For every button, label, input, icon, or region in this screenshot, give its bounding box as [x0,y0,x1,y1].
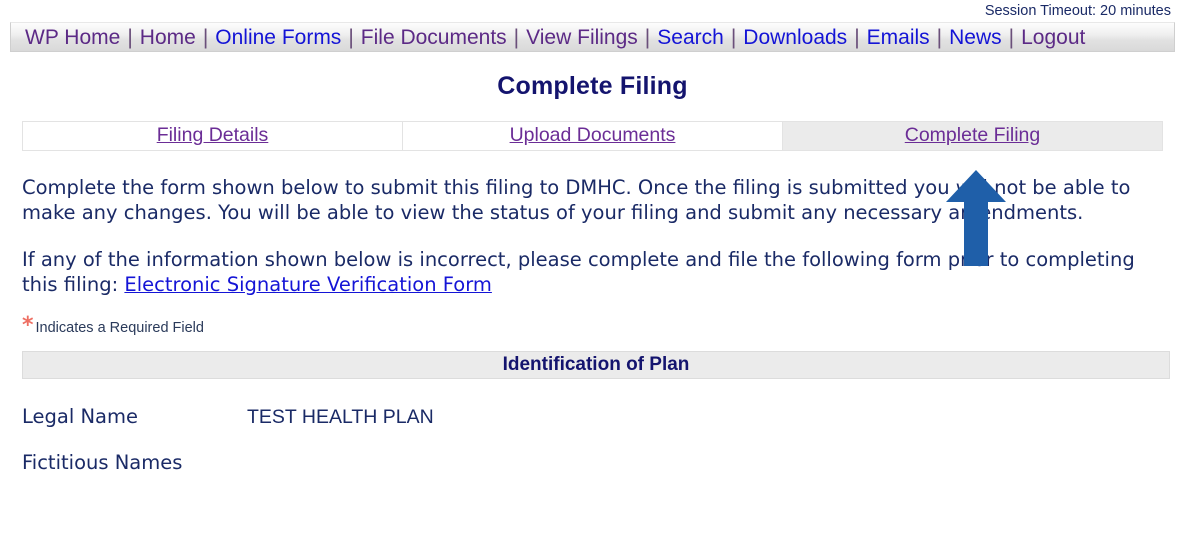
nav-separator: | [854,25,860,49]
nav-separator: | [127,25,133,49]
nav-item-view-filings[interactable]: View Filings [526,27,638,48]
signature-verification-paragraph: If any of the information shown below is… [22,247,1165,297]
nav-separator: | [1008,25,1015,49]
nav-separator: | [348,25,354,49]
nav-item-news[interactable]: News [949,27,1002,48]
plan-identification-fields: Legal Name TEST HEALTH PLAN Fictitious Nam… [0,405,1185,474]
session-timeout-bar: Session Timeout: 20 minutes [0,0,1185,22]
nav-item-wp-home[interactable]: WP Home [25,27,120,48]
nav-separator: | [202,25,209,49]
tab-label[interactable]: Complete Filing [905,126,1040,146]
tab-label[interactable]: Upload Documents [510,126,676,146]
nav-item-online-forms[interactable]: Online Forms [215,27,341,48]
electronic-signature-verification-form-link[interactable]: Electronic Signature Verification Form [124,273,491,296]
page-title: Complete Filing [497,72,688,100]
session-timeout-text: Session Timeout: 20 minutes [984,3,1171,19]
tab-complete-filing[interactable]: Complete Filing [783,122,1162,150]
identification-of-plan-section-header: Identification of Plan [22,351,1170,379]
nav-separator: | [730,25,737,49]
field-label-legal-name: Legal Name [22,405,138,428]
main-navigation-bar: WP Home | Home | Online Forms | File Documents… [10,22,1175,52]
nav-item-downloads[interactable]: Downloads [743,27,847,48]
nav-link-list: WP Home | Home | Online Forms | File Documents… [25,27,1085,48]
nav-separator: | [644,25,651,49]
nav-item-home[interactable]: Home [140,27,196,48]
main-content: Complete the form shown below to submit … [22,175,1165,337]
nav-item-file-documents[interactable]: File Documents [361,27,507,48]
tab-upload-documents[interactable]: Upload Documents [403,122,783,150]
field-label-fictitious-names: Fictitious Names [22,451,183,474]
required-asterisk-icon: * [22,313,34,338]
field-row: Fictitious Names [0,451,1185,474]
required-field-note: * Indicates a Required Field [22,313,1165,338]
section-header-text: Identification of Plan [502,354,690,375]
field-value-legal-name: TEST HEALTH PLAN [247,406,434,428]
tab-label[interactable]: Filing Details [157,126,269,146]
required-field-label: Indicates a Required Field [35,320,204,336]
nav-separator: | [513,25,520,49]
nav-separator: | [936,25,943,49]
nav-item-logout[interactable]: Logout [1021,27,1085,48]
tab-filing-details[interactable]: Filing Details [23,122,403,150]
nav-item-emails[interactable]: Emails [867,27,930,48]
filing-tab-strip: Filing Details Upload Documents Complete F… [22,121,1163,151]
nav-item-search[interactable]: Search [657,27,724,48]
instructions-paragraph: Complete the form shown below to submit … [22,176,1131,224]
field-row: Legal Name TEST HEALTH PLAN [0,405,1185,429]
